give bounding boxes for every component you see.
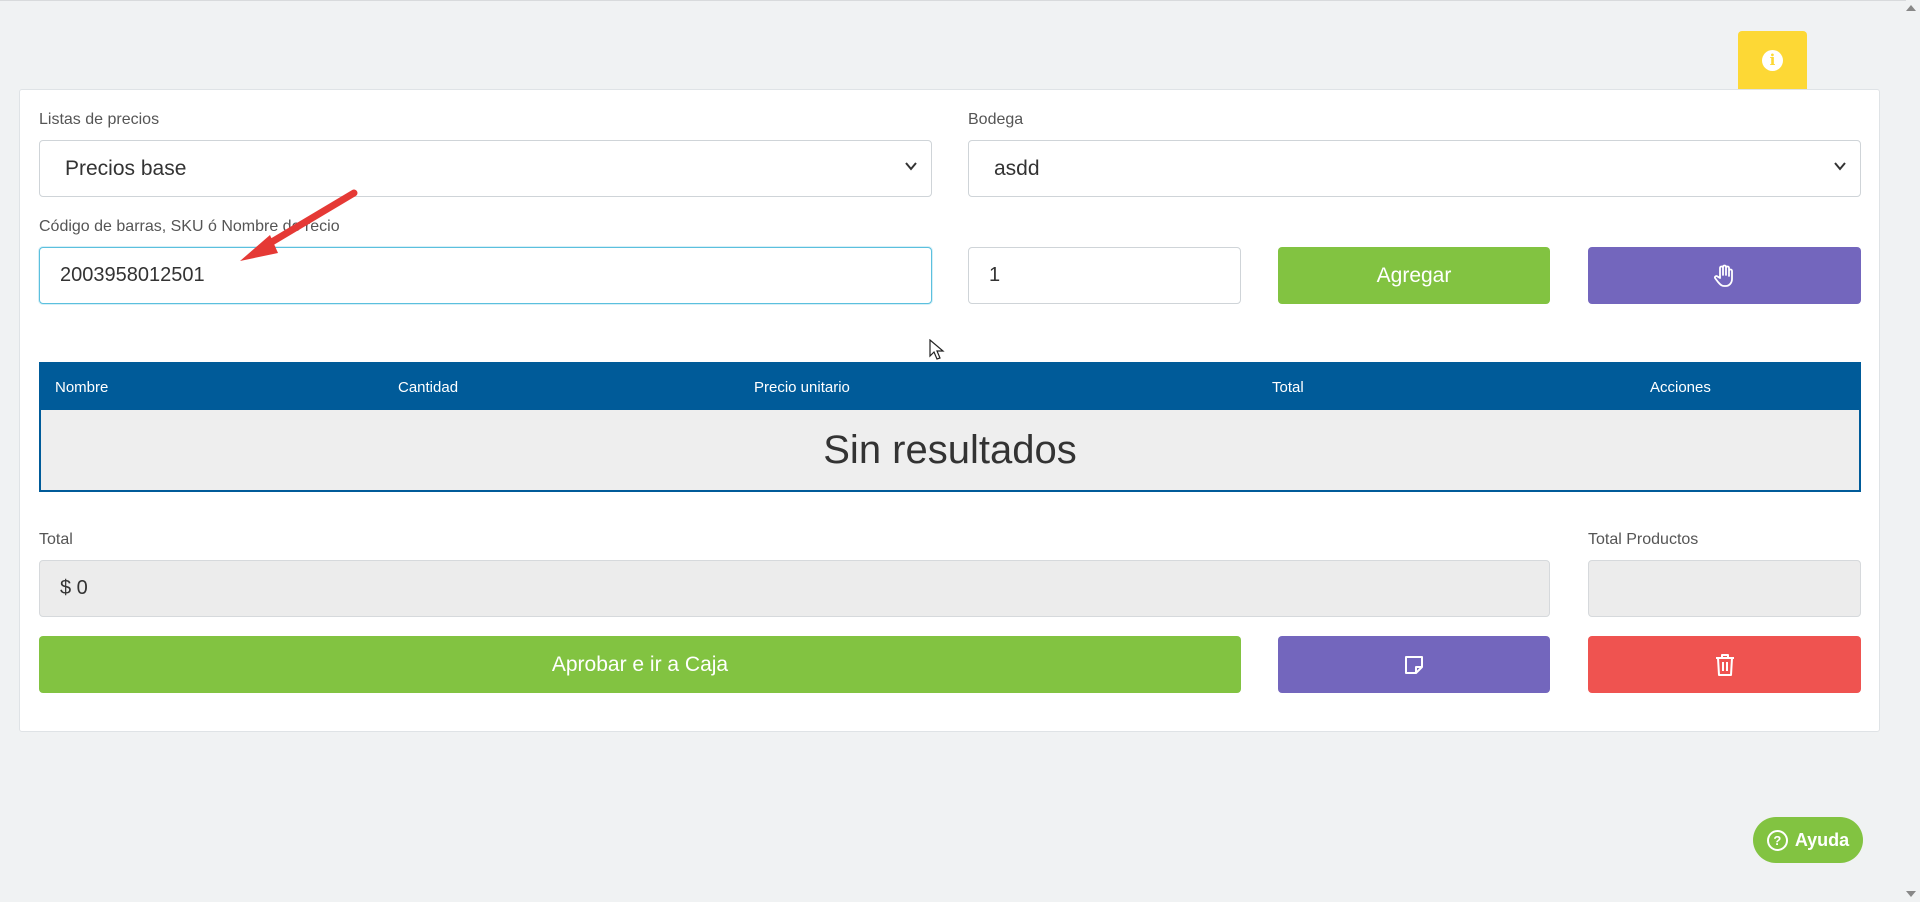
- info-button[interactable]: i: [1738, 31, 1807, 89]
- column-header: Precio unitario: [754, 379, 850, 396]
- hold-sale-button[interactable]: [1588, 247, 1861, 304]
- sticky-note-icon: [1405, 655, 1423, 674]
- column-header: Total: [1272, 379, 1304, 396]
- total-products-field: [1588, 560, 1861, 617]
- sale-form-card: Listas de precios Precios base Bodega as…: [19, 89, 1880, 732]
- add-button-label: Agregar: [1376, 263, 1452, 287]
- price-list-value: Precios base: [65, 156, 187, 180]
- approve-button-label: Aprobar e ir a Caja: [551, 652, 729, 676]
- column-header: Acciones: [1650, 379, 1711, 396]
- question-circle-icon: ?: [1766, 829, 1788, 851]
- table-empty-message: Sin resultados: [41, 410, 1859, 490]
- delete-button[interactable]: [1588, 636, 1861, 693]
- products-table: Nombre Cantidad Precio unitario Total Ac…: [39, 362, 1861, 492]
- warehouse-label: Bodega: [968, 111, 1024, 128]
- trash-icon: [1715, 653, 1734, 676]
- price-list-select[interactable]: Precios base: [39, 140, 932, 197]
- search-label: Código de barras, SKU ó Nombre de recio: [39, 218, 340, 235]
- total-label: Total: [39, 531, 73, 548]
- quantity-input[interactable]: 1: [968, 247, 1241, 304]
- warehouse-select[interactable]: asdd: [968, 140, 1861, 197]
- column-header: Cantidad: [398, 379, 459, 396]
- chevron-down-icon: [905, 162, 917, 171]
- table-header: Nombre Cantidad Precio unitario Total Ac…: [41, 364, 1859, 410]
- price-list-label: Listas de precios: [39, 111, 160, 128]
- total-products-label: Total Productos: [1588, 531, 1699, 548]
- note-button[interactable]: [1278, 636, 1550, 693]
- help-button-label: Ayuda: [1794, 829, 1850, 850]
- help-button[interactable]: ? Ayuda: [1753, 817, 1863, 863]
- search-input-value: 2003958012501: [60, 264, 205, 286]
- total-field: $ 0: [39, 560, 1550, 617]
- hand-icon: [1713, 264, 1733, 287]
- chevron-down-icon: [1834, 162, 1846, 171]
- add-button[interactable]: Agregar: [1278, 247, 1550, 304]
- warehouse-value: asdd: [994, 156, 1040, 180]
- scroll-up-arrow[interactable]: [1906, 5, 1916, 11]
- scroll-down-arrow[interactable]: [1906, 891, 1916, 897]
- quantity-input-value: 1: [989, 264, 1001, 286]
- approve-button[interactable]: Aprobar e ir a Caja: [39, 636, 1241, 693]
- search-input[interactable]: 2003958012501: [39, 247, 932, 304]
- info-icon: i: [1762, 49, 1783, 71]
- column-header: Nombre: [55, 379, 109, 396]
- total-value: $ 0: [60, 577, 88, 599]
- top-divider: [0, 0, 1906, 1]
- mouse-cursor-icon: [929, 339, 945, 360]
